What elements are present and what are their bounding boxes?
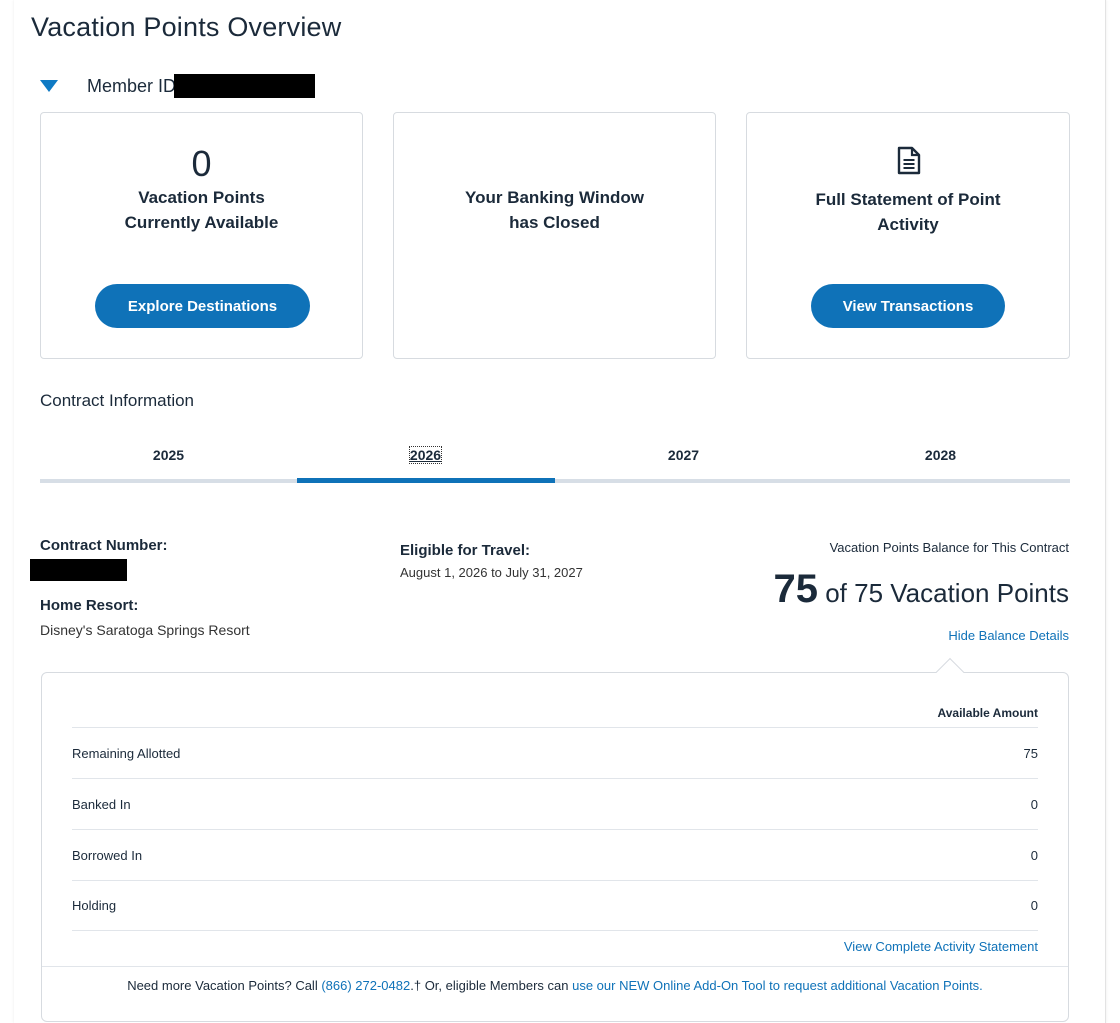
need-more-points-note: Need more Vacation Points? Call (866) 27… — [42, 966, 1068, 1022]
full-statement-card: Full Statement of Point Activity View Tr… — [746, 112, 1070, 359]
row-label: Banked In — [72, 796, 131, 812]
vacation-points-panel: Vacation Points Overview Member ID 0 Vac… — [14, 0, 1106, 1023]
table-row: Holding 0 — [72, 880, 1038, 931]
tab-2025[interactable]: 2025 — [40, 438, 297, 478]
row-amount: 0 — [1030, 898, 1038, 913]
row-label: Remaining Allotted — [72, 745, 181, 761]
document-icon — [897, 146, 921, 175]
balance-details-panel: Available Amount Remaining Allotted 75 B… — [41, 657, 1069, 1022]
table-row: Banked In 0 — [72, 778, 1038, 829]
home-resort-value: Disney's Saratoga Springs Resort — [40, 622, 250, 638]
member-id-label: Member ID — [87, 75, 177, 96]
phone-link[interactable]: (866) 272-0482 — [321, 978, 410, 993]
add-on-tool-link[interactable]: use our NEW Online Add-On Tool to reques… — [572, 978, 983, 993]
balance-value: 75 of 75 Vacation Points — [773, 567, 1069, 612]
balance-label: Vacation Points Balance for This Contrac… — [829, 540, 1069, 555]
year-tabs: 2025 2026 2027 2028 — [40, 438, 1070, 484]
footer-middle: .† Or, eligible Members can — [410, 978, 573, 993]
hide-balance-details-link[interactable]: Hide Balance Details — [948, 628, 1069, 643]
points-available-text: Vacation Points Currently Available — [124, 188, 279, 232]
member-id-redacted — [174, 74, 316, 98]
collapse-triangle-icon[interactable] — [40, 80, 58, 92]
view-complete-activity-link[interactable]: View Complete Activity Statement — [844, 939, 1038, 954]
full-statement-text: Full Statement of Point Activity — [815, 190, 1001, 234]
points-available-number: 0 — [191, 143, 212, 184]
contract-information-heading: Contract Information — [40, 391, 195, 410]
row-label: Borrowed In — [72, 847, 143, 863]
table-row: Borrowed In 0 — [72, 829, 1038, 880]
contract-number-label: Contract Number: — [40, 537, 168, 554]
page-title: Vacation Points Overview — [31, 12, 342, 42]
points-available-card: 0 Vacation Points Currently Available Ex… — [40, 112, 363, 359]
eligible-travel-dates: August 1, 2026 to July 31, 2027 — [400, 565, 583, 580]
member-id-row: Member ID — [40, 72, 316, 100]
active-tab-indicator — [297, 478, 555, 483]
eligible-travel-label: Eligible for Travel: — [400, 542, 531, 559]
tabs-track — [40, 479, 1070, 483]
footer-prefix: Need more Vacation Points? Call — [127, 978, 322, 993]
banking-window-text: Your Banking Window has Closed — [465, 188, 644, 232]
balance-text: of 75 Vacation Points — [825, 578, 1069, 608]
balance-number: 75 — [773, 567, 818, 611]
row-amount: 75 — [1023, 745, 1038, 761]
row-amount: 0 — [1030, 847, 1038, 863]
row-amount: 0 — [1030, 796, 1038, 812]
balance-details-table: Available Amount Remaining Allotted 75 B… — [72, 703, 1038, 931]
row-label: Holding — [72, 898, 117, 913]
tab-2028[interactable]: 2028 — [812, 438, 1069, 478]
banking-window-card: Your Banking Window has Closed — [393, 112, 716, 359]
tab-2027[interactable]: 2027 — [555, 438, 812, 478]
tab-2026[interactable]: 2026 — [297, 438, 554, 478]
table-row: Remaining Allotted 75 — [72, 727, 1038, 778]
contract-number-redacted — [30, 559, 127, 581]
explore-destinations-button[interactable]: Explore Destinations — [95, 284, 310, 328]
available-amount-header: Available Amount — [937, 706, 1038, 720]
view-transactions-button[interactable]: View Transactions — [811, 284, 1005, 328]
panel-notch — [935, 657, 965, 687]
home-resort-label: Home Resort: — [40, 597, 139, 614]
